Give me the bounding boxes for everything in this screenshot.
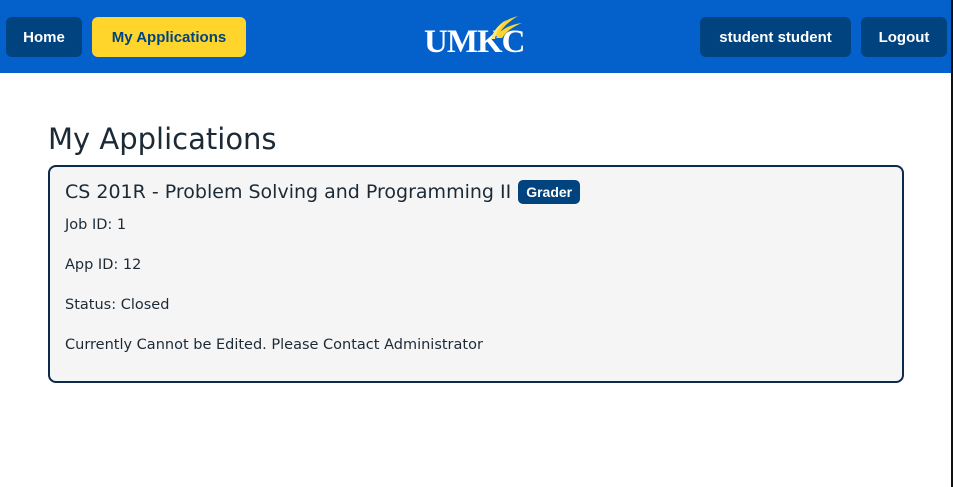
my-applications-button[interactable]: My Applications [92, 17, 246, 57]
application-card-header: CS 201R - Problem Solving and Programmin… [65, 180, 581, 204]
top-navbar: Home My Applications UMKC student studen… [0, 0, 951, 73]
course-title: CS 201R - Problem Solving and Programmin… [65, 181, 512, 203]
home-button[interactable]: Home [6, 17, 82, 57]
job-id-text: Job ID: 1 [65, 217, 127, 233]
user-profile-button[interactable]: student student [700, 17, 851, 57]
application-card: CS 201R - Problem Solving and Programmin… [48, 165, 904, 383]
app-id-text: App ID: 12 [65, 257, 142, 273]
role-badge: Grader [518, 180, 581, 204]
logout-button[interactable]: Logout [861, 17, 947, 57]
page-title: My Applications [48, 122, 277, 156]
status-text: Status: Closed [65, 297, 170, 313]
edit-notice-text: Currently Cannot be Edited. Please Conta… [65, 337, 483, 353]
umkc-logo[interactable]: UMKC [420, 12, 530, 62]
flame-icon [491, 16, 522, 39]
